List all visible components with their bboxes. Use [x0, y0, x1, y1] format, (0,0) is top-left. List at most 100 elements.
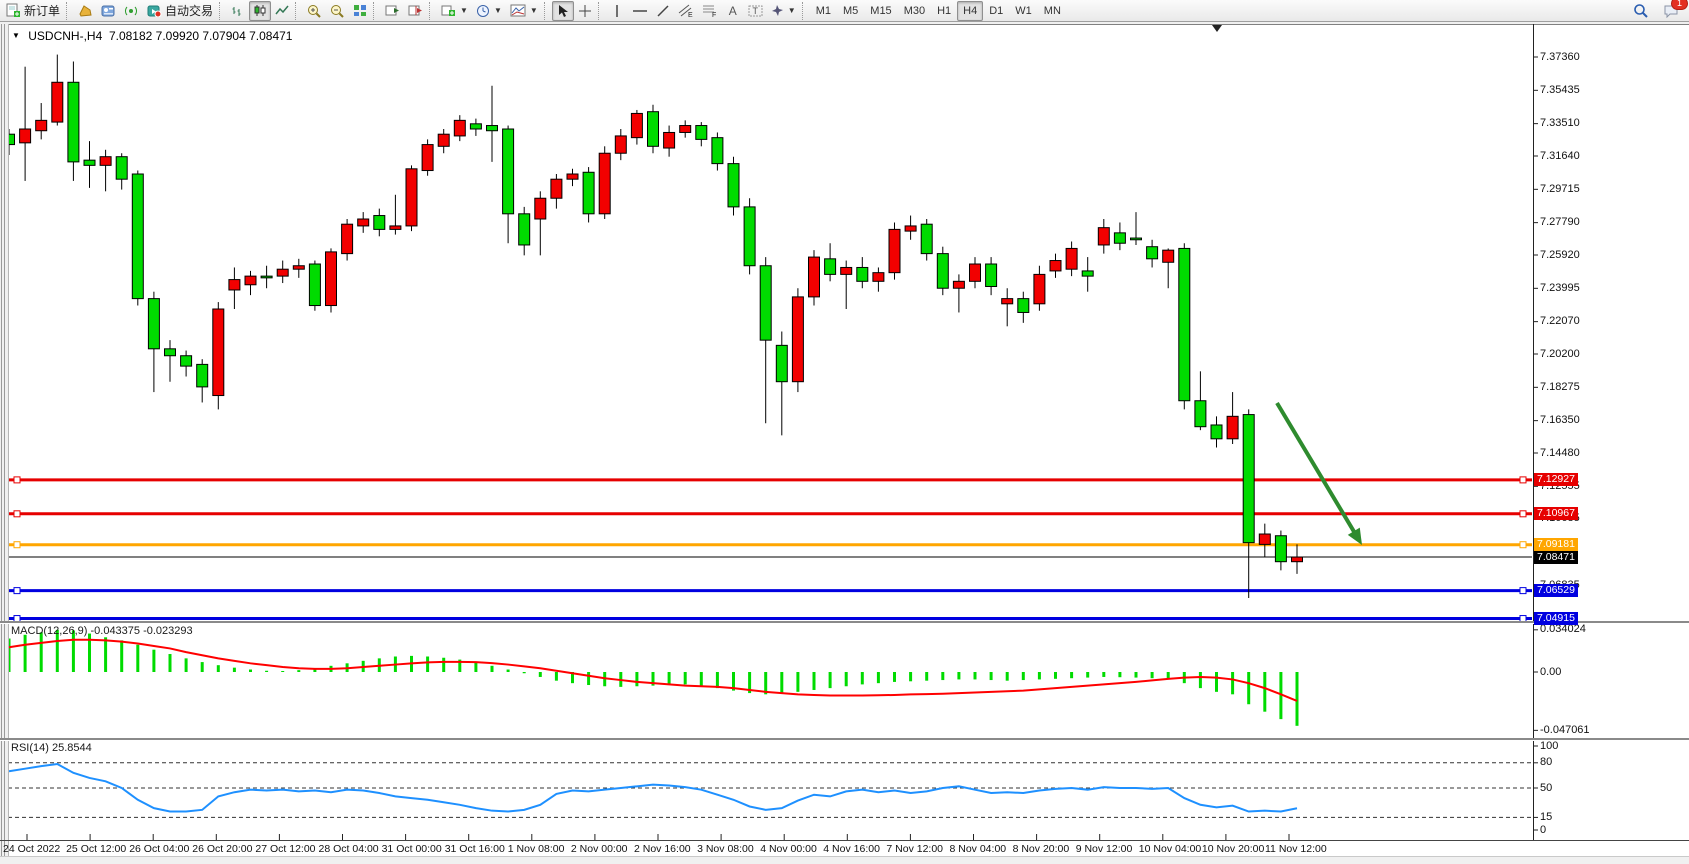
candle-body	[213, 309, 224, 396]
candle-body	[1292, 557, 1303, 562]
date-label: 26 Oct 20:00	[192, 843, 252, 855]
candle-body	[1147, 247, 1158, 259]
trend-arrow[interactable]	[1277, 403, 1357, 536]
candle-body	[631, 113, 642, 137]
candle-body	[20, 129, 31, 143]
candle-body	[921, 224, 932, 253]
candle-body	[36, 120, 47, 130]
support-line-1-handle[interactable]	[14, 588, 20, 594]
candle-body	[776, 345, 787, 381]
candle-body	[1163, 250, 1174, 262]
candle-body	[664, 132, 675, 148]
candle-body	[1259, 534, 1270, 544]
candle-body	[841, 267, 852, 274]
candle-body	[953, 281, 964, 288]
resistance-line-2-handle[interactable]	[1520, 511, 1526, 517]
macd-tick-label: -0.047061	[1540, 724, 1590, 736]
price-badge: 7.04915	[1534, 612, 1578, 625]
rsi-tick-label: 80	[1540, 756, 1552, 768]
candle-body	[326, 252, 337, 306]
ohlc-values: 7.08182 7.09920 7.07904 7.08471	[109, 29, 293, 43]
candle-body	[1179, 248, 1190, 400]
date-label: 24 Oct 2022	[3, 843, 60, 855]
date-label: 9 Nov 12:00	[1076, 843, 1133, 855]
candle-body	[277, 269, 288, 276]
candle-body	[857, 267, 868, 281]
macd-label: MACD(12,26,9) -0.043375 -0.023293	[11, 625, 193, 637]
candle-body	[599, 153, 610, 214]
price-tick-label: 7.20200	[1540, 348, 1580, 360]
candle-body	[100, 157, 111, 166]
candle-body	[181, 356, 192, 366]
time-axis-separ	[0, 840, 1689, 841]
price-tick-label: 7.25920	[1540, 249, 1580, 261]
candle-body	[358, 219, 369, 226]
date-label: 10 Nov 04:00	[1139, 843, 1201, 855]
candle-body	[1211, 425, 1222, 439]
candle-body	[792, 297, 803, 382]
candle-body	[519, 214, 530, 245]
candle-body	[873, 273, 884, 282]
ohlc-collapse-icon[interactable]: ▼	[12, 31, 20, 40]
resistance-line-1-handle[interactable]	[1520, 477, 1526, 483]
orange-level-line-handle[interactable]	[1520, 542, 1526, 548]
candle-body	[245, 276, 256, 285]
price-tick-label: 7.33510	[1540, 117, 1580, 129]
price-tick-label: 7.22070	[1540, 315, 1580, 327]
candle-body	[937, 254, 948, 289]
price-tick-label: 7.27790	[1540, 216, 1580, 228]
date-label: 3 Nov 08:00	[697, 843, 754, 855]
candle-body	[535, 198, 546, 219]
candle-body	[680, 126, 691, 133]
price-tick-label: 7.14480	[1540, 447, 1580, 459]
candle-body	[487, 126, 498, 131]
date-label: 26 Oct 04:00	[129, 843, 189, 855]
bottom-strip	[0, 856, 1689, 864]
chart-shift-marker[interactable]	[1212, 25, 1222, 32]
candle-body	[197, 364, 208, 387]
candle-body	[728, 164, 739, 207]
price-tick-label: 7.23995	[1540, 282, 1580, 294]
date-label: 10 Nov 20:00	[1202, 843, 1264, 855]
candle-body	[1050, 261, 1061, 271]
candle-body	[696, 126, 707, 140]
chart-canvas[interactable]	[0, 0, 1689, 864]
candle-body	[148, 299, 159, 349]
window-edge-grip[interactable]	[0, 24, 9, 857]
date-label: 28 Oct 04:00	[319, 843, 379, 855]
date-label: 8 Nov 20:00	[1013, 843, 1070, 855]
candle-body	[1114, 233, 1125, 243]
date-label: 1 Nov 08:00	[508, 843, 565, 855]
date-label: 4 Nov 00:00	[760, 843, 817, 855]
rsi-value: 25.8544	[52, 742, 92, 754]
candle-body	[1034, 274, 1045, 303]
price-axis-line	[1533, 24, 1534, 841]
candle-body	[1002, 299, 1013, 304]
candle-body	[551, 179, 562, 198]
candle-body	[567, 174, 578, 179]
candle-body	[1066, 248, 1077, 269]
candle-body	[712, 138, 723, 164]
price-tick-label: 7.37360	[1540, 51, 1580, 63]
price-badge: 7.09181	[1534, 538, 1578, 551]
date-label: 31 Oct 00:00	[382, 843, 442, 855]
price-badge: 7.06529	[1534, 584, 1578, 597]
resistance-line-1-handle[interactable]	[14, 477, 20, 483]
rsi-tick-label: 15	[1540, 811, 1552, 823]
rsi-tick-label: 50	[1540, 782, 1552, 794]
candle-body	[1131, 238, 1142, 240]
candle-body	[165, 349, 176, 356]
orange-level-line-handle[interactable]	[14, 542, 20, 548]
candle-body	[438, 134, 449, 146]
panel-separator-rsi[interactable]	[0, 738, 1689, 741]
candle-body	[615, 136, 626, 153]
resistance-line-2-handle[interactable]	[14, 511, 20, 517]
chart-title: ▼ USDCNH-,H4 7.08182 7.09920 7.07904 7.0…	[12, 29, 292, 43]
support-line-1-handle[interactable]	[1520, 588, 1526, 594]
candle-body	[132, 174, 143, 299]
macd-tick-label: 0.00	[1540, 666, 1561, 678]
rsi-tick-label: 100	[1540, 740, 1558, 752]
panel-separator-macd[interactable]	[0, 621, 1689, 624]
price-tick-label: 7.31640	[1540, 150, 1580, 162]
price-tick-label: 7.18275	[1540, 381, 1580, 393]
